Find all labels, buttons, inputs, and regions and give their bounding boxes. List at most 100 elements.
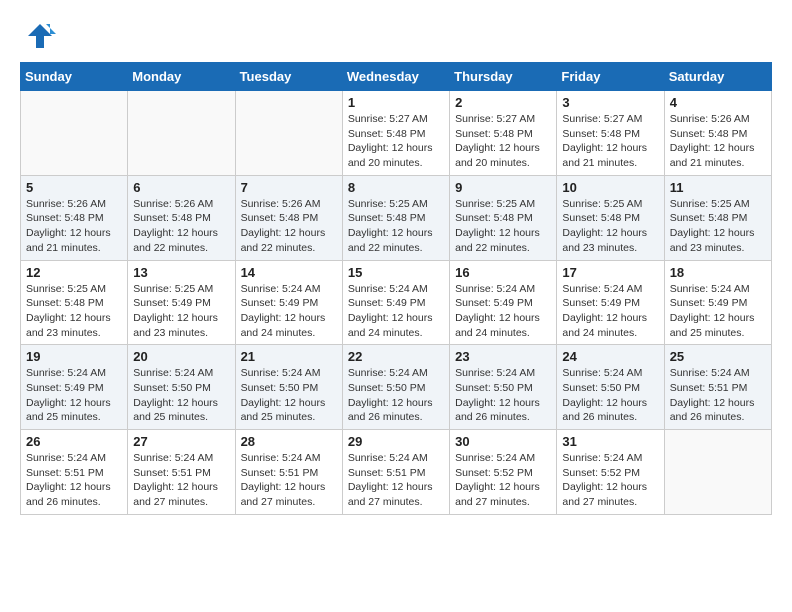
- calendar-week-5: 26 Sunrise: 5:24 AM Sunset: 5:51 PM Dayli…: [21, 430, 772, 515]
- calendar-cell: 1Sunrise: 5:27 AM Sunset: 5:48 PM Daylig…: [342, 91, 449, 176]
- calendar-cell: 5Sunrise: 5:26 AM Sunset: 5:48 PM Daylig…: [21, 175, 128, 260]
- day-info: Sunrise: 5:24 AM Sunset: 5:50 PM Dayligh…: [241, 366, 337, 425]
- calendar-week-4: 19 Sunrise: 5:24 AM Sunset: 5:49 PM Dayli…: [21, 345, 772, 430]
- header-cell-tuesday: Tuesday: [235, 63, 342, 91]
- day-info: Sunrise: 5:24 AM Sunset: 5:50 PM Dayligh…: [348, 366, 444, 425]
- day-info: Sunrise: 5:25 AM Sunset: 5:48 PM Dayligh…: [348, 197, 444, 256]
- calendar-cell: 31 Sunrise: 5:24 AM Sunset: 5:52 PM Dayli…: [557, 430, 664, 515]
- day-info: Sunrise: 5:24 AM Sunset: 5:51 PM Dayligh…: [133, 451, 229, 510]
- calendar-cell: 2 Sunrise: 5:27 AM Sunset: 5:48 PM Daylig…: [450, 91, 557, 176]
- day-number: 18: [670, 265, 766, 280]
- day-info: Sunrise: 5:24 AM Sunset: 5:49 PM Dayligh…: [241, 282, 337, 341]
- header-cell-wednesday: Wednesday: [342, 63, 449, 91]
- calendar-week-3: 12 Sunrise: 5:25 AM Sunset: 5:48 PM Dayli…: [21, 260, 772, 345]
- day-number: 23: [455, 349, 551, 364]
- day-info: Sunrise: 5:27 AM Sunset: 5:48 PM Dayligh…: [562, 112, 658, 171]
- day-number: 11: [670, 180, 766, 195]
- calendar-week-2: 5Sunrise: 5:26 AM Sunset: 5:48 PM Daylig…: [21, 175, 772, 260]
- calendar-cell: 29Sunrise: 5:24 AM Sunset: 5:51 PM Dayli…: [342, 430, 449, 515]
- header-cell-monday: Monday: [128, 63, 235, 91]
- day-number: 13: [133, 265, 229, 280]
- header-cell-sunday: Sunday: [21, 63, 128, 91]
- day-number: 8: [348, 180, 444, 195]
- calendar-cell: 22 Sunrise: 5:24 AM Sunset: 5:50 PM Dayli…: [342, 345, 449, 430]
- day-number: 26: [26, 434, 122, 449]
- day-info: Sunrise: 5:24 AM Sunset: 5:49 PM Dayligh…: [26, 366, 122, 425]
- day-number: 2: [455, 95, 551, 110]
- page-header: [20, 20, 772, 52]
- calendar-cell: 25 Sunrise: 5:24 AM Sunset: 5:51 PM Dayli…: [664, 345, 771, 430]
- calendar-cell: [235, 91, 342, 176]
- calendar-cell: 23 Sunrise: 5:24 AM Sunset: 5:50 PM Dayli…: [450, 345, 557, 430]
- calendar-cell: 16Sunrise: 5:24 AM Sunset: 5:49 PM Dayli…: [450, 260, 557, 345]
- header-cell-saturday: Saturday: [664, 63, 771, 91]
- calendar-header: SundayMondayTuesdayWednesdayThursdayFrid…: [21, 63, 772, 91]
- calendar-cell: 18 Sunrise: 5:24 AM Sunset: 5:49 PM Dayli…: [664, 260, 771, 345]
- day-number: 6: [133, 180, 229, 195]
- calendar-cell: [21, 91, 128, 176]
- calendar-cell: 26 Sunrise: 5:24 AM Sunset: 5:51 PM Dayli…: [21, 430, 128, 515]
- day-number: 1: [348, 95, 444, 110]
- day-info: Sunrise: 5:27 AM Sunset: 5:48 PM Dayligh…: [455, 112, 551, 171]
- day-number: 22: [348, 349, 444, 364]
- day-info: Sunrise: 5:24 AM Sunset: 5:51 PM Dayligh…: [26, 451, 122, 510]
- calendar-body: 1 Sunrise: 5:27 AM Sunset: 5:48 PM Daylig…: [21, 91, 772, 515]
- day-info: Sunrise: 5:24 AM Sunset: 5:51 PM Dayligh…: [241, 451, 337, 510]
- day-info: Sunrise: 5:24 AM Sunset: 5:50 PM Dayligh…: [562, 366, 658, 425]
- day-number: 25: [670, 349, 766, 364]
- day-number: 17: [562, 265, 658, 280]
- calendar-cell: 19 Sunrise: 5:24 AM Sunset: 5:49 PM Dayli…: [21, 345, 128, 430]
- calendar-cell: 17Sunrise: 5:24 AM Sunset: 5:49 PM Dayli…: [557, 260, 664, 345]
- header-cell-friday: Friday: [557, 63, 664, 91]
- logo: [20, 20, 56, 52]
- calendar-cell: [128, 91, 235, 176]
- day-info: Sunrise: 5:24 AM Sunset: 5:49 PM Dayligh…: [348, 282, 444, 341]
- calendar-cell: 20 Sunrise: 5:24 AM Sunset: 5:50 PM Dayli…: [128, 345, 235, 430]
- calendar-cell: 3Sunrise: 5:27 AM Sunset: 5:48 PM Daylig…: [557, 91, 664, 176]
- day-number: 15: [348, 265, 444, 280]
- day-info: Sunrise: 5:26 AM Sunset: 5:48 PM Dayligh…: [241, 197, 337, 256]
- day-info: Sunrise: 5:24 AM Sunset: 5:50 PM Dayligh…: [455, 366, 551, 425]
- day-number: 27: [133, 434, 229, 449]
- day-number: 31: [562, 434, 658, 449]
- day-info: Sunrise: 5:25 AM Sunset: 5:48 PM Dayligh…: [562, 197, 658, 256]
- calendar-cell: [664, 430, 771, 515]
- day-info: Sunrise: 5:26 AM Sunset: 5:48 PM Dayligh…: [670, 112, 766, 171]
- calendar-cell: 6 Sunrise: 5:26 AM Sunset: 5:48 PM Daylig…: [128, 175, 235, 260]
- calendar-cell: 7 Sunrise: 5:26 AM Sunset: 5:48 PM Daylig…: [235, 175, 342, 260]
- calendar-cell: 4 Sunrise: 5:26 AM Sunset: 5:48 PM Daylig…: [664, 91, 771, 176]
- day-number: 21: [241, 349, 337, 364]
- calendar-table: SundayMondayTuesdayWednesdayThursdayFrid…: [20, 62, 772, 515]
- calendar-cell: 12 Sunrise: 5:25 AM Sunset: 5:48 PM Dayli…: [21, 260, 128, 345]
- calendar-cell: 15 Sunrise: 5:24 AM Sunset: 5:49 PM Dayli…: [342, 260, 449, 345]
- day-number: 28: [241, 434, 337, 449]
- day-info: Sunrise: 5:25 AM Sunset: 5:48 PM Dayligh…: [455, 197, 551, 256]
- day-number: 9: [455, 180, 551, 195]
- calendar-cell: 30Sunrise: 5:24 AM Sunset: 5:52 PM Dayli…: [450, 430, 557, 515]
- header-row: SundayMondayTuesdayWednesdayThursdayFrid…: [21, 63, 772, 91]
- day-info: Sunrise: 5:24 AM Sunset: 5:52 PM Dayligh…: [455, 451, 551, 510]
- calendar-cell: 27 Sunrise: 5:24 AM Sunset: 5:51 PM Dayli…: [128, 430, 235, 515]
- day-info: Sunrise: 5:24 AM Sunset: 5:49 PM Dayligh…: [670, 282, 766, 341]
- day-number: 7: [241, 180, 337, 195]
- calendar-cell: 10Sunrise: 5:25 AM Sunset: 5:48 PM Dayli…: [557, 175, 664, 260]
- calendar-cell: 21 Sunrise: 5:24 AM Sunset: 5:50 PM Dayli…: [235, 345, 342, 430]
- day-number: 12: [26, 265, 122, 280]
- calendar-cell: 14 Sunrise: 5:24 AM Sunset: 5:49 PM Dayli…: [235, 260, 342, 345]
- day-info: Sunrise: 5:24 AM Sunset: 5:51 PM Dayligh…: [670, 366, 766, 425]
- calendar-cell: 9 Sunrise: 5:25 AM Sunset: 5:48 PM Daylig…: [450, 175, 557, 260]
- header-cell-thursday: Thursday: [450, 63, 557, 91]
- day-number: 16: [455, 265, 551, 280]
- day-info: Sunrise: 5:26 AM Sunset: 5:48 PM Dayligh…: [26, 197, 122, 256]
- calendar-cell: 13Sunrise: 5:25 AM Sunset: 5:49 PM Dayli…: [128, 260, 235, 345]
- calendar-cell: 11Sunrise: 5:25 AM Sunset: 5:48 PM Dayli…: [664, 175, 771, 260]
- day-info: Sunrise: 5:24 AM Sunset: 5:50 PM Dayligh…: [133, 366, 229, 425]
- day-number: 20: [133, 349, 229, 364]
- day-info: Sunrise: 5:24 AM Sunset: 5:52 PM Dayligh…: [562, 451, 658, 510]
- day-number: 19: [26, 349, 122, 364]
- day-number: 14: [241, 265, 337, 280]
- day-number: 4: [670, 95, 766, 110]
- day-info: Sunrise: 5:25 AM Sunset: 5:48 PM Dayligh…: [26, 282, 122, 341]
- day-info: Sunrise: 5:26 AM Sunset: 5:48 PM Dayligh…: [133, 197, 229, 256]
- calendar-cell: 8 Sunrise: 5:25 AM Sunset: 5:48 PM Daylig…: [342, 175, 449, 260]
